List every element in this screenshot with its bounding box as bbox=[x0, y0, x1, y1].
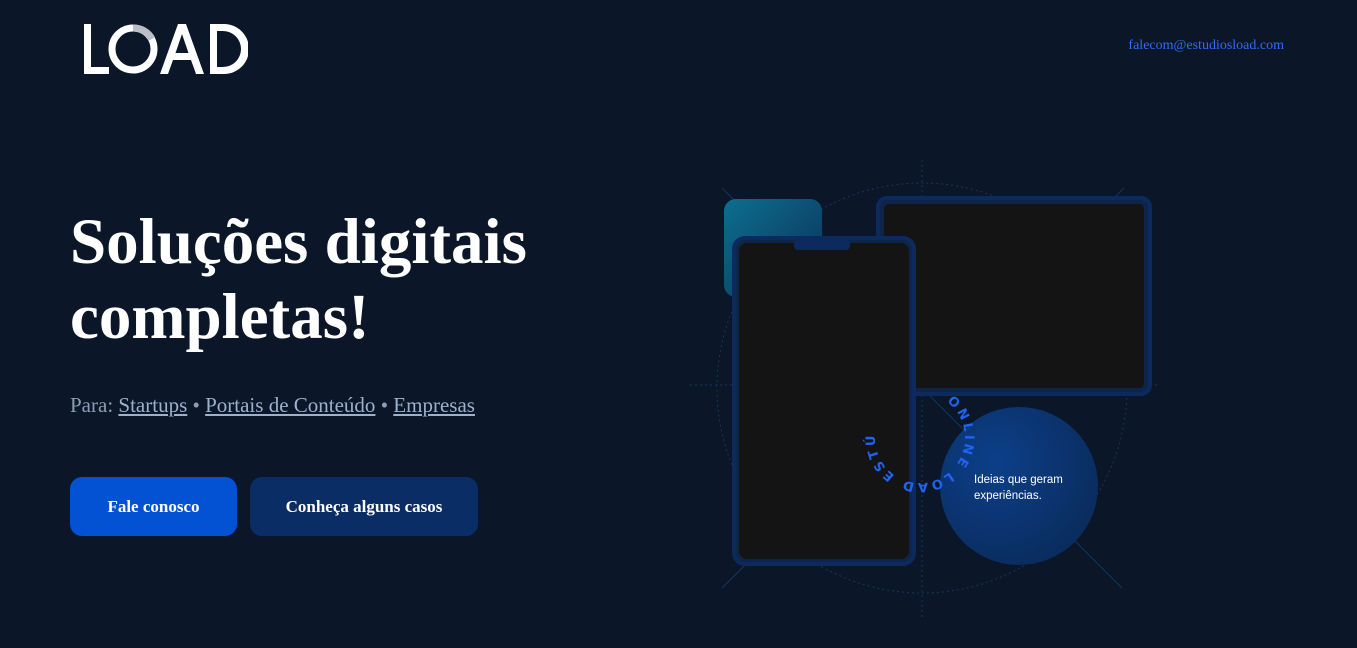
bubble-line1: Ideias que geram bbox=[974, 474, 1063, 486]
startups-link[interactable]: Startups bbox=[118, 393, 187, 417]
load-logo[interactable] bbox=[82, 22, 248, 74]
audience-line: Para: Startups • Portais de Conteúdo • E… bbox=[70, 393, 475, 418]
audience-separator: • bbox=[380, 393, 389, 417]
audience-separator: • bbox=[192, 393, 200, 417]
contact-button[interactable]: Fale conosco bbox=[70, 477, 237, 536]
tablet-device bbox=[876, 196, 1152, 396]
empresas-link[interactable]: Empresas bbox=[393, 393, 475, 417]
phone-device bbox=[732, 236, 916, 566]
hero-title-line1: Soluções digitais bbox=[70, 206, 527, 278]
audience-prefix: Para: bbox=[70, 393, 114, 417]
bubble-line2: experiências. bbox=[974, 490, 1042, 502]
hero-title-line2: completas! bbox=[70, 281, 370, 353]
devices-illustration: Ideias que geram experiências. ONLINE LO… bbox=[690, 160, 1160, 620]
contact-email-link[interactable]: falecom@estudiosload.com bbox=[1128, 38, 1284, 54]
cases-button[interactable]: Conheça alguns casos bbox=[250, 477, 478, 536]
portais-link[interactable]: Portais de Conteúdo bbox=[205, 393, 375, 417]
hero-title: Soluções digitais completas! bbox=[70, 205, 630, 355]
